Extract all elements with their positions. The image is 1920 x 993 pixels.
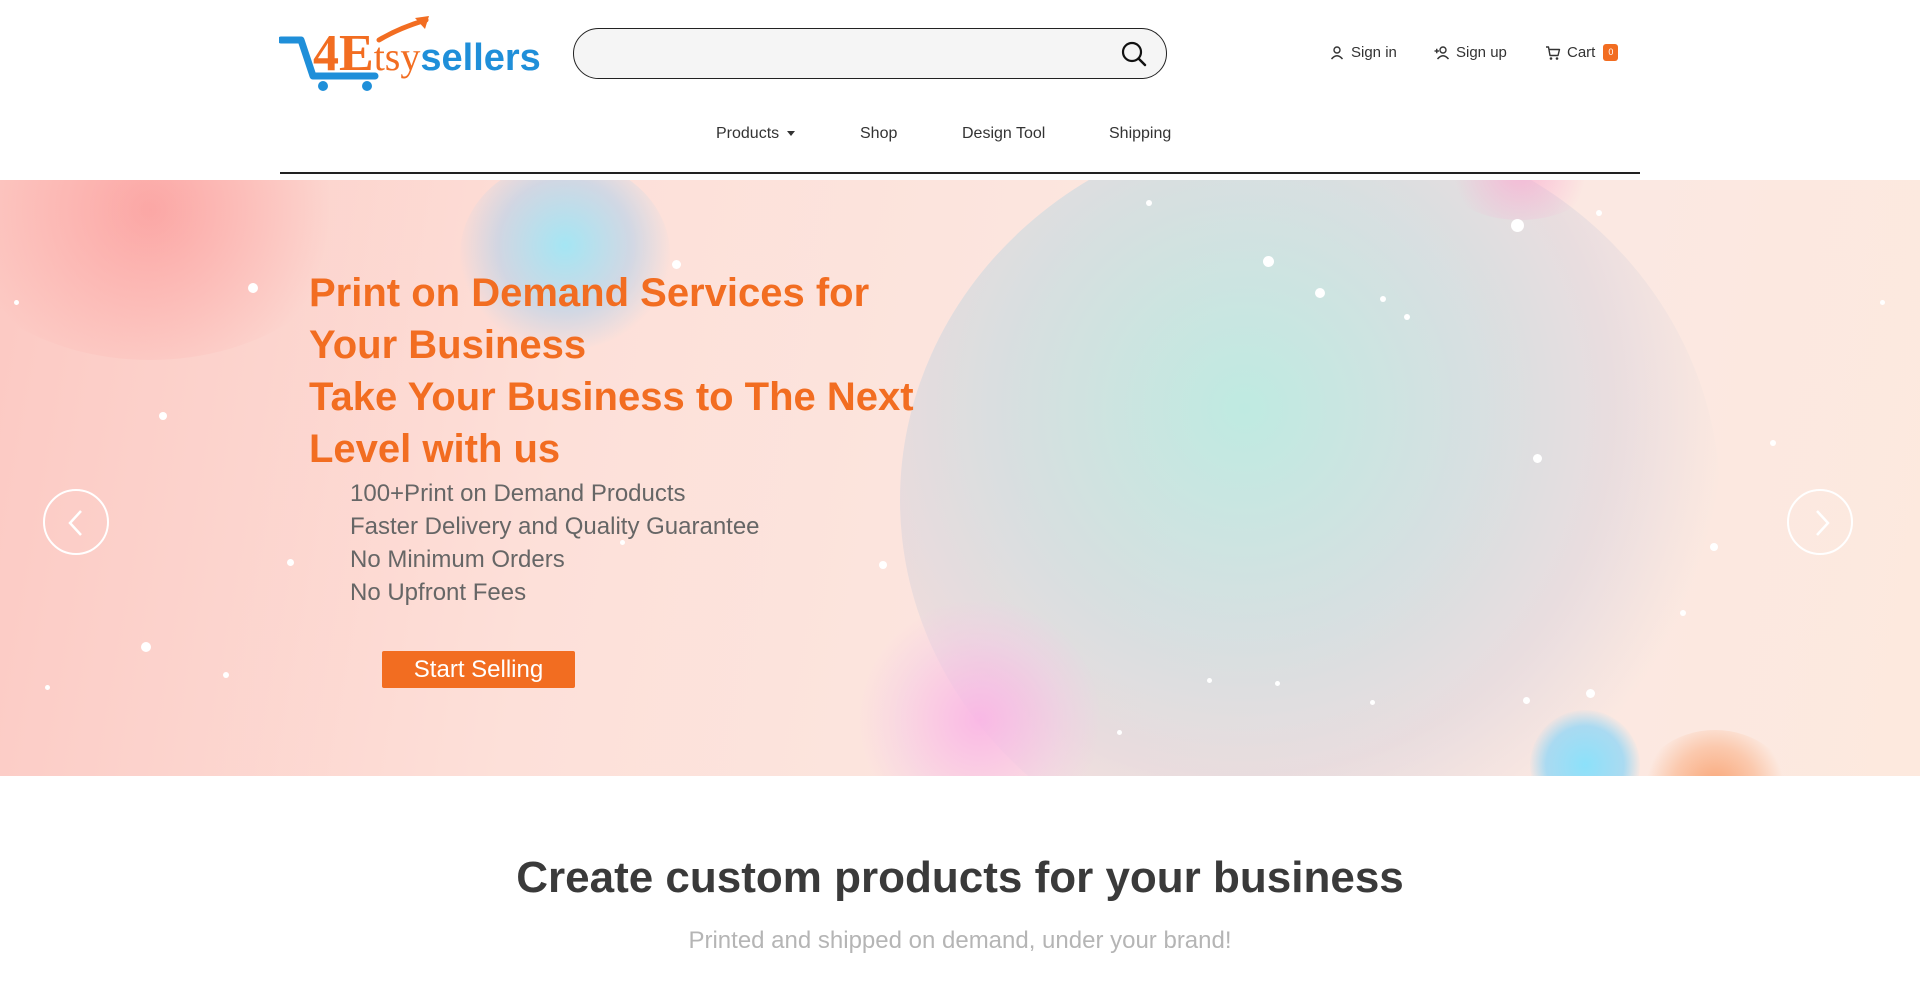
- sparkle-dot: [1370, 700, 1375, 705]
- nav-shop[interactable]: Shop: [860, 125, 897, 143]
- sparkle-dot: [879, 561, 887, 569]
- nav-shipping[interactable]: Shipping: [1109, 125, 1171, 143]
- sparkle-dot: [287, 559, 294, 566]
- sparkle-dot: [1146, 200, 1152, 206]
- sparkle-dot: [1880, 300, 1885, 305]
- site-logo[interactable]: 4Etsysellers: [279, 14, 541, 92]
- hero-title-line: Print on Demand Services for: [309, 271, 870, 315]
- logo-letter: E: [339, 25, 374, 82]
- sign-in-label: Sign in: [1351, 44, 1397, 61]
- sparkle-dot: [1315, 288, 1325, 298]
- search-bar: [573, 28, 1167, 79]
- hero-feature-item: Faster Delivery and Quality Guarantee: [350, 513, 760, 540]
- nav-products-label: Products: [716, 125, 780, 142]
- hero-title-line: Take Your Business to The Next: [309, 375, 914, 419]
- cart-link[interactable]: Cart 0: [1545, 44, 1619, 61]
- hero-blob: [0, 180, 360, 360]
- nav-divider: [280, 172, 1640, 174]
- sparkle-dot: [159, 412, 167, 420]
- search-icon[interactable]: [1120, 40, 1148, 68]
- caret-down-icon: [787, 131, 796, 137]
- sparkle-dot: [1380, 296, 1386, 302]
- sparkle-dot: [1533, 454, 1542, 463]
- sign-up-link[interactable]: Sign up: [1434, 44, 1507, 61]
- sparkle-dot: [1511, 219, 1524, 232]
- nav-design-tool[interactable]: Design Tool: [962, 125, 1045, 143]
- sparkle-dot: [1275, 681, 1280, 686]
- search-input[interactable]: [594, 39, 1094, 69]
- sparkle-dot: [1710, 543, 1718, 551]
- sparkle-dot: [1263, 256, 1274, 267]
- hero-feature-item: No Minimum Orders: [350, 546, 565, 573]
- cart-icon: [1546, 45, 1561, 60]
- hero-feature-item: No Upfront Fees: [350, 579, 527, 606]
- sign-in-link[interactable]: Sign in: [1329, 44, 1397, 61]
- hero-feature-item: 100+Print on Demand Products: [350, 480, 686, 507]
- sparkle-dot: [1404, 314, 1410, 320]
- nav-products[interactable]: Products: [716, 125, 796, 143]
- sign-up-label: Sign up: [1456, 44, 1507, 61]
- sparkle-dot: [141, 642, 151, 652]
- cart-label: Cart: [1567, 44, 1596, 61]
- sparkle-dot: [248, 283, 258, 293]
- sparkle-dot: [1596, 210, 1602, 216]
- logo-number: 4: [313, 25, 339, 82]
- site-header: 4Etsysellers Sign in Sign up Cart 0 Prod…: [0, 0, 1920, 180]
- sparkle-dot: [14, 300, 19, 305]
- carousel-next-button[interactable]: [1787, 489, 1853, 555]
- add-user-icon: [1434, 45, 1450, 59]
- carousel-prev-button[interactable]: [43, 489, 109, 555]
- sparkle-dot: [223, 672, 229, 678]
- hero-title-line: Your Business: [309, 323, 587, 367]
- hero-banner: Print on Demand Services for Your Busine…: [0, 180, 1920, 776]
- sparkle-dot: [45, 685, 50, 690]
- start-selling-button[interactable]: Start Selling: [382, 651, 575, 688]
- sparkle-dot: [1586, 689, 1595, 698]
- sparkle-dot: [1770, 440, 1776, 446]
- sparkle-dot: [1207, 678, 1212, 683]
- sparkle-dot: [1117, 730, 1122, 735]
- user-icon: [1330, 45, 1344, 59]
- logo-text: 4Etsysellers: [313, 28, 541, 80]
- chevron-right-icon: [1816, 510, 1830, 536]
- hero-title-line: Level with us: [309, 427, 561, 471]
- section-title: Create custom products for your business: [516, 853, 1404, 902]
- chevron-left-icon: [68, 510, 82, 536]
- section-subtitle: Printed and shipped on demand, under you…: [688, 927, 1232, 954]
- hero-title: Print on Demand Services for Your Busine…: [309, 267, 949, 475]
- sparkle-dot: [1680, 610, 1686, 616]
- logo-part1: tsy: [373, 34, 421, 79]
- hero-feature-list: 100+Print on Demand Products Faster Deli…: [350, 477, 760, 609]
- sparkle-dot: [1523, 697, 1530, 704]
- hero-blob: [1640, 730, 1790, 776]
- logo-part2: sellers: [420, 37, 541, 79]
- cart-count-badge: 0: [1603, 44, 1619, 61]
